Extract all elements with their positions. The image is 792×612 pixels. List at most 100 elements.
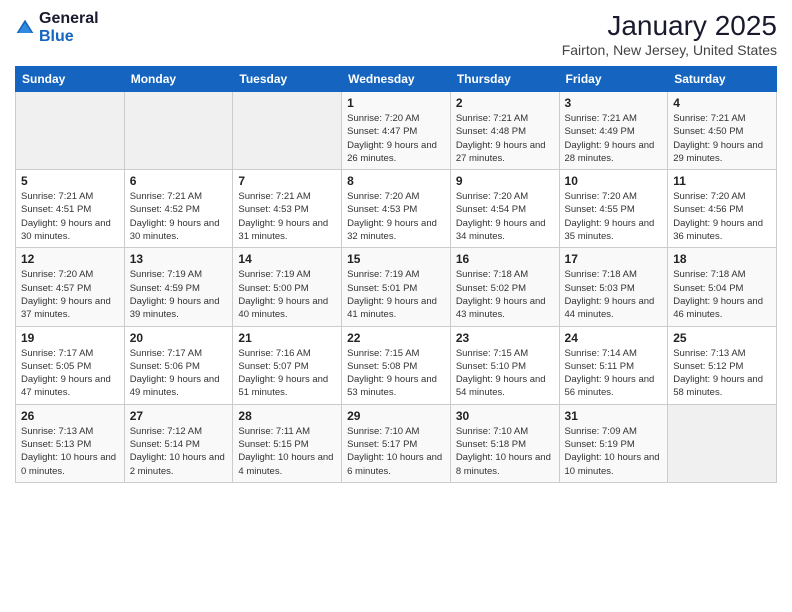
calendar-header-friday: Friday bbox=[559, 67, 668, 92]
calendar-table: SundayMondayTuesdayWednesdayThursdayFrid… bbox=[15, 66, 777, 483]
day-info: Sunrise: 7:17 AM Sunset: 5:05 PM Dayligh… bbox=[21, 347, 119, 400]
calendar-cell: 21 Sunrise: 7:16 AM Sunset: 5:07 PM Dayli… bbox=[233, 326, 342, 404]
day-info: Sunrise: 7:21 AM Sunset: 4:52 PM Dayligh… bbox=[130, 190, 228, 243]
calendar-cell: 23 Sunrise: 7:15 AM Sunset: 5:10 PM Dayli… bbox=[450, 326, 559, 404]
calendar-cell: 29Sunrise: 7:10 AM Sunset: 5:17 PM Dayli… bbox=[342, 404, 451, 482]
day-info: Sunrise: 7:10 AM Sunset: 5:17 PM Dayligh… bbox=[347, 425, 445, 478]
calendar-cell: 22 Sunrise: 7:15 AM Sunset: 5:08 PM Dayli… bbox=[342, 326, 451, 404]
calendar-cell: 3Sunrise: 7:21 AM Sunset: 4:49 PM Daylig… bbox=[559, 92, 668, 170]
calendar-cell: 18Sunrise: 7:18 AM Sunset: 5:04 PM Dayli… bbox=[668, 248, 777, 326]
day-number: 23 bbox=[456, 331, 554, 345]
calendar-cell: 31Sunrise: 7:09 AM Sunset: 5:19 PM Dayli… bbox=[559, 404, 668, 482]
calendar-subtitle: Fairton, New Jersey, United States bbox=[562, 42, 777, 58]
calendar-header-thursday: Thursday bbox=[450, 67, 559, 92]
calendar-cell: 15Sunrise: 7:19 AM Sunset: 5:01 PM Dayli… bbox=[342, 248, 451, 326]
day-info: Sunrise: 7:09 AM Sunset: 5:19 PM Dayligh… bbox=[565, 425, 663, 478]
calendar-cell: 27Sunrise: 7:12 AM Sunset: 5:14 PM Dayli… bbox=[124, 404, 233, 482]
calendar-cell: 24Sunrise: 7:14 AM Sunset: 5:11 PM Dayli… bbox=[559, 326, 668, 404]
calendar-cell: 9Sunrise: 7:20 AM Sunset: 4:54 PM Daylig… bbox=[450, 170, 559, 248]
calendar-title: January 2025 bbox=[562, 10, 777, 42]
day-info: Sunrise: 7:20 AM Sunset: 4:55 PM Dayligh… bbox=[565, 190, 663, 243]
calendar-cell: 12Sunrise: 7:20 AM Sunset: 4:57 PM Dayli… bbox=[16, 248, 125, 326]
day-number: 2 bbox=[456, 96, 554, 110]
day-number: 8 bbox=[347, 174, 445, 188]
day-number: 4 bbox=[673, 96, 771, 110]
day-number: 17 bbox=[565, 252, 663, 266]
day-number: 22 bbox=[347, 331, 445, 345]
day-info: Sunrise: 7:21 AM Sunset: 4:48 PM Dayligh… bbox=[456, 112, 554, 165]
calendar-header-sunday: Sunday bbox=[16, 67, 125, 92]
day-info: Sunrise: 7:13 AM Sunset: 5:13 PM Dayligh… bbox=[21, 425, 119, 478]
day-number: 20 bbox=[130, 331, 228, 345]
calendar-cell: 19 Sunrise: 7:17 AM Sunset: 5:05 PM Dayli… bbox=[16, 326, 125, 404]
day-info: Sunrise: 7:21 AM Sunset: 4:50 PM Dayligh… bbox=[673, 112, 771, 165]
calendar-cell: 14 Sunrise: 7:19 AM Sunset: 5:00 PM Dayli… bbox=[233, 248, 342, 326]
logo-blue-label: Blue bbox=[39, 28, 99, 46]
day-info: Sunrise: 7:10 AM Sunset: 5:18 PM Dayligh… bbox=[456, 425, 554, 478]
day-info: Sunrise: 7:17 AM Sunset: 5:06 PM Dayligh… bbox=[130, 347, 228, 400]
calendar-cell: 10 Sunrise: 7:20 AM Sunset: 4:55 PM Dayli… bbox=[559, 170, 668, 248]
calendar-cell bbox=[16, 92, 125, 170]
day-info: Sunrise: 7:21 AM Sunset: 4:49 PM Dayligh… bbox=[565, 112, 663, 165]
day-number: 5 bbox=[21, 174, 119, 188]
day-info: Sunrise: 7:15 AM Sunset: 5:10 PM Dayligh… bbox=[456, 347, 554, 400]
day-number: 19 bbox=[21, 331, 119, 345]
day-number: 14 bbox=[238, 252, 336, 266]
day-info: Sunrise: 7:18 AM Sunset: 5:02 PM Dayligh… bbox=[456, 268, 554, 321]
day-number: 7 bbox=[238, 174, 336, 188]
calendar-cell: 28 Sunrise: 7:11 AM Sunset: 5:15 PM Dayli… bbox=[233, 404, 342, 482]
day-info: Sunrise: 7:18 AM Sunset: 5:04 PM Dayligh… bbox=[673, 268, 771, 321]
day-info: Sunrise: 7:21 AM Sunset: 4:53 PM Dayligh… bbox=[238, 190, 336, 243]
day-number: 15 bbox=[347, 252, 445, 266]
calendar-cell: 1Sunrise: 7:20 AM Sunset: 4:47 PM Daylig… bbox=[342, 92, 451, 170]
day-number: 1 bbox=[347, 96, 445, 110]
calendar-cell: 20 Sunrise: 7:17 AM Sunset: 5:06 PM Dayli… bbox=[124, 326, 233, 404]
calendar-header-tuesday: Tuesday bbox=[233, 67, 342, 92]
day-number: 6 bbox=[130, 174, 228, 188]
calendar-header-saturday: Saturday bbox=[668, 67, 777, 92]
day-number: 16 bbox=[456, 252, 554, 266]
calendar-cell bbox=[124, 92, 233, 170]
calendar-cell bbox=[233, 92, 342, 170]
day-info: Sunrise: 7:11 AM Sunset: 5:15 PM Dayligh… bbox=[238, 425, 336, 478]
calendar-cell: 4 Sunrise: 7:21 AM Sunset: 4:50 PM Daylig… bbox=[668, 92, 777, 170]
day-number: 13 bbox=[130, 252, 228, 266]
calendar-week-2: 5 Sunrise: 7:21 AM Sunset: 4:51 PM Daylig… bbox=[16, 170, 777, 248]
calendar-cell: 13 Sunrise: 7:19 AM Sunset: 4:59 PM Dayli… bbox=[124, 248, 233, 326]
day-info: Sunrise: 7:14 AM Sunset: 5:11 PM Dayligh… bbox=[565, 347, 663, 400]
day-info: Sunrise: 7:15 AM Sunset: 5:08 PM Dayligh… bbox=[347, 347, 445, 400]
calendar-cell: 6 Sunrise: 7:21 AM Sunset: 4:52 PM Daylig… bbox=[124, 170, 233, 248]
calendar-cell: 26 Sunrise: 7:13 AM Sunset: 5:13 PM Dayli… bbox=[16, 404, 125, 482]
calendar-cell: 2 Sunrise: 7:21 AM Sunset: 4:48 PM Daylig… bbox=[450, 92, 559, 170]
logo: General Blue bbox=[15, 10, 99, 45]
logo-icon bbox=[15, 18, 35, 38]
logo-general-label: General bbox=[39, 10, 99, 28]
calendar-header-wednesday: Wednesday bbox=[342, 67, 451, 92]
day-number: 28 bbox=[238, 409, 336, 423]
day-number: 21 bbox=[238, 331, 336, 345]
day-info: Sunrise: 7:19 AM Sunset: 4:59 PM Dayligh… bbox=[130, 268, 228, 321]
day-number: 26 bbox=[21, 409, 119, 423]
calendar-cell: 17Sunrise: 7:18 AM Sunset: 5:03 PM Dayli… bbox=[559, 248, 668, 326]
calendar-cell: 16 Sunrise: 7:18 AM Sunset: 5:02 PM Dayli… bbox=[450, 248, 559, 326]
day-info: Sunrise: 7:21 AM Sunset: 4:51 PM Dayligh… bbox=[21, 190, 119, 243]
calendar-cell: 7 Sunrise: 7:21 AM Sunset: 4:53 PM Daylig… bbox=[233, 170, 342, 248]
day-info: Sunrise: 7:20 AM Sunset: 4:56 PM Dayligh… bbox=[673, 190, 771, 243]
day-number: 11 bbox=[673, 174, 771, 188]
day-number: 12 bbox=[21, 252, 119, 266]
calendar-week-4: 19 Sunrise: 7:17 AM Sunset: 5:05 PM Dayli… bbox=[16, 326, 777, 404]
day-info: Sunrise: 7:19 AM Sunset: 5:00 PM Dayligh… bbox=[238, 268, 336, 321]
day-info: Sunrise: 7:20 AM Sunset: 4:53 PM Dayligh… bbox=[347, 190, 445, 243]
day-info: Sunrise: 7:13 AM Sunset: 5:12 PM Dayligh… bbox=[673, 347, 771, 400]
calendar-header-row: SundayMondayTuesdayWednesdayThursdayFrid… bbox=[16, 67, 777, 92]
day-number: 10 bbox=[565, 174, 663, 188]
calendar-cell: 25 Sunrise: 7:13 AM Sunset: 5:12 PM Dayli… bbox=[668, 326, 777, 404]
calendar-week-5: 26 Sunrise: 7:13 AM Sunset: 5:13 PM Dayli… bbox=[16, 404, 777, 482]
calendar-week-1: 1Sunrise: 7:20 AM Sunset: 4:47 PM Daylig… bbox=[16, 92, 777, 170]
day-info: Sunrise: 7:12 AM Sunset: 5:14 PM Dayligh… bbox=[130, 425, 228, 478]
day-number: 25 bbox=[673, 331, 771, 345]
logo-text: General Blue bbox=[39, 10, 99, 45]
day-info: Sunrise: 7:16 AM Sunset: 5:07 PM Dayligh… bbox=[238, 347, 336, 400]
calendar-cell bbox=[668, 404, 777, 482]
page: General Blue January 2025 Fairton, New J… bbox=[0, 0, 792, 493]
